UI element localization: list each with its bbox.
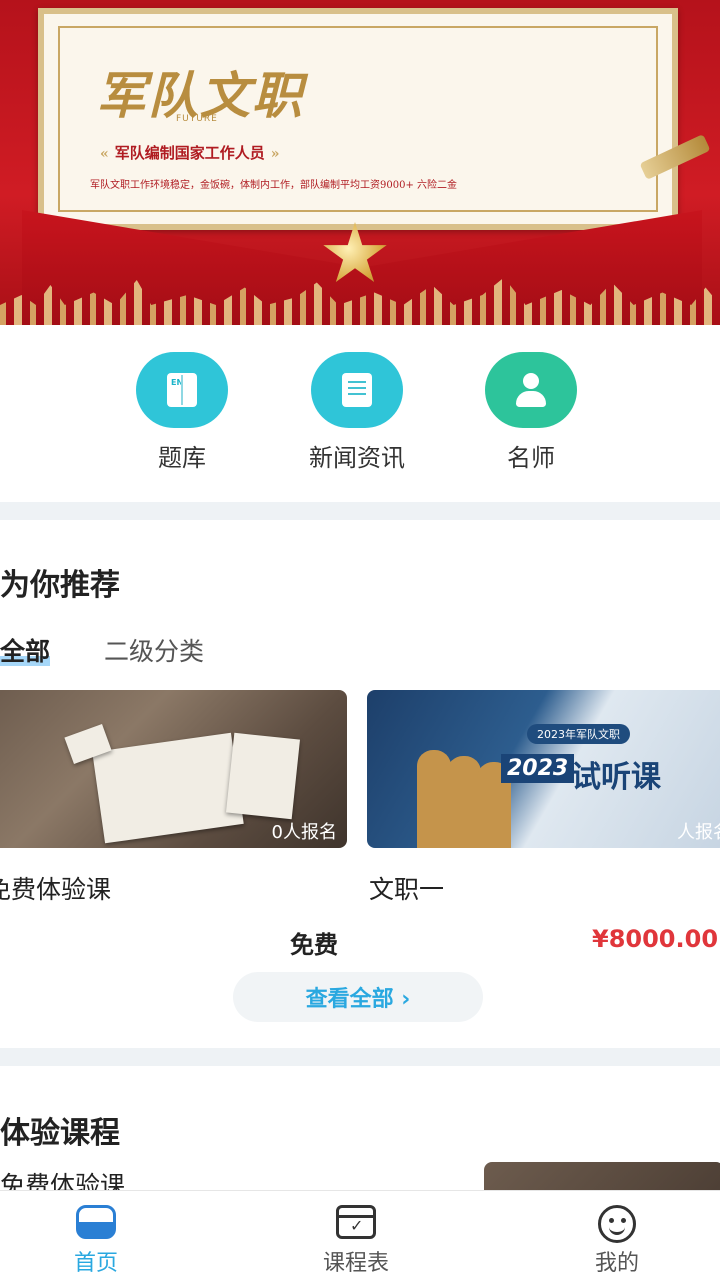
enroll-count: 人报名 bbox=[677, 822, 720, 843]
trial-course-thumbnail[interactable] bbox=[484, 1162, 720, 1192]
section-divider bbox=[0, 502, 720, 520]
bottom-navigation: 首页 课程表 我的 bbox=[0, 1190, 720, 1280]
banner-subtitle: «军队编制国家工作人员» bbox=[100, 144, 280, 162]
course-name[interactable]: 免费体验课 bbox=[0, 870, 111, 906]
banner-carousel[interactable]: 军队文职 FUTURE «军队编制国家工作人员» 军队文职工作环境稳定，金饭碗，… bbox=[0, 0, 720, 325]
trial-courses-title: 体验课程 bbox=[0, 1116, 120, 1151]
teacher-icon bbox=[485, 352, 577, 428]
quick-link-teachers[interactable]: 名师 bbox=[476, 352, 586, 473]
course-card-image[interactable]: 2023年军队文职 2023 试听课 人报名 bbox=[367, 690, 720, 848]
document-icon bbox=[311, 352, 403, 428]
tab-subcategory[interactable]: 二级分类 bbox=[104, 632, 204, 668]
quick-link-question-bank[interactable]: 题库 bbox=[127, 352, 237, 473]
section-divider bbox=[0, 1048, 720, 1066]
course-name[interactable]: 文职一 bbox=[369, 870, 444, 906]
course-card-image[interactable]: 0人报名 bbox=[0, 690, 347, 848]
certificate-frame: 军队文职 FUTURE «军队编制国家工作人员» 军队文职工作环境稳定，金饭碗，… bbox=[38, 8, 678, 230]
banner-subtitle-en: FUTURE bbox=[176, 114, 218, 124]
book-icon bbox=[136, 352, 228, 428]
course-price: ¥8000.00 bbox=[592, 925, 719, 953]
nav-mine[interactable]: 我的 bbox=[547, 1205, 687, 1277]
nav-home[interactable]: 首页 bbox=[26, 1205, 166, 1277]
quick-link-news[interactable]: 新闻资讯 bbox=[302, 352, 412, 473]
course-price: 免费 bbox=[290, 931, 338, 959]
nav-schedule[interactable]: 课程表 bbox=[286, 1205, 426, 1277]
recommend-title: 为你推荐 bbox=[0, 568, 120, 603]
enroll-count: 0人报名 bbox=[271, 822, 337, 843]
view-all-button[interactable]: 查看全部 › bbox=[233, 972, 483, 1022]
banner-description: 军队文职工作环境稳定，金饭碗，体制内工作，部队编制平均工资9000+ 六险二金 bbox=[90, 180, 458, 191]
home-icon bbox=[76, 1205, 116, 1239]
smile-icon bbox=[598, 1205, 636, 1243]
tab-all[interactable]: 全部 bbox=[0, 632, 51, 668]
calendar-icon bbox=[336, 1205, 376, 1239]
